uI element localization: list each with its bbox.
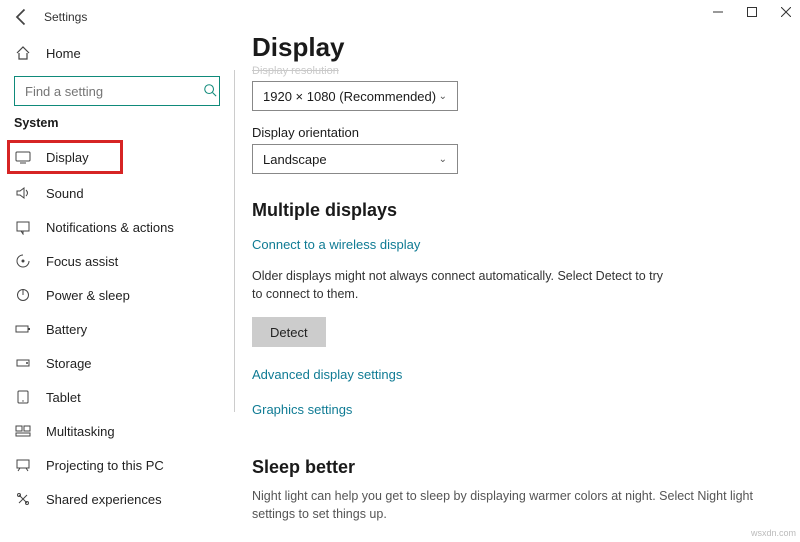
minimize-icon (713, 7, 723, 17)
sidebar-item-battery[interactable]: Battery (14, 312, 234, 346)
battery-icon (14, 321, 32, 337)
window-controls (710, 0, 800, 20)
storage-icon (14, 355, 32, 371)
display-icon (14, 149, 32, 165)
content-area: Display Display resolution 1920 × 1080 (… (252, 24, 794, 542)
sidebar-item-label: Sound (46, 186, 84, 201)
sidebar-item-label: Storage (46, 356, 92, 371)
sidebar-item-focus-assist[interactable]: Focus assist (14, 244, 234, 278)
search-icon (203, 83, 217, 100)
close-icon (781, 7, 791, 17)
projecting-icon (14, 457, 32, 473)
detect-hint-text: Older displays might not always connect … (252, 268, 672, 303)
notifications-icon (14, 219, 32, 235)
sleep-better-body: Night light can help you get to sleep by… (252, 488, 794, 523)
sidebar-item-label: Power & sleep (46, 288, 130, 303)
sidebar-item-label: Tablet (46, 390, 81, 405)
detect-button[interactable]: Detect (252, 317, 326, 347)
sidebar-item-label: Battery (46, 322, 87, 337)
sidebar-item-label: Display (46, 150, 89, 165)
chevron-down-icon: ⌄ (439, 154, 447, 165)
arrow-left-icon (12, 7, 32, 27)
maximize-button[interactable] (744, 4, 760, 20)
close-button[interactable] (778, 4, 794, 20)
shared-experiences-icon (14, 491, 32, 507)
multitasking-icon (14, 423, 32, 439)
resolution-dropdown[interactable]: 1920 × 1080 (Recommended) ⌄ (252, 81, 458, 111)
home-icon (14, 45, 32, 61)
advanced-display-link[interactable]: Advanced display settings (252, 367, 402, 382)
orientation-dropdown[interactable]: Landscape ⌄ (252, 144, 458, 174)
sidebar-item-multitasking[interactable]: Multitasking (14, 414, 234, 448)
sidebar-item-label: Shared experiences (46, 492, 162, 507)
resolution-value: 1920 × 1080 (Recommended) (263, 89, 436, 104)
watermark: wsxdn.com (751, 528, 796, 538)
sidebar-item-label: Focus assist (46, 254, 118, 269)
minimize-button[interactable] (710, 4, 726, 20)
sidebar: Home System Display Sound Notifications … (0, 34, 234, 542)
sidebar-item-tablet[interactable]: Tablet (14, 380, 234, 414)
sound-icon (14, 185, 32, 201)
sidebar-item-display[interactable]: Display (7, 140, 123, 174)
orientation-label: Display orientation (252, 125, 794, 140)
sidebar-item-shared-experiences[interactable]: Shared experiences (14, 482, 234, 516)
sidebar-item-notifications[interactable]: Notifications & actions (14, 210, 234, 244)
tablet-icon (14, 389, 32, 405)
search-box[interactable] (14, 76, 220, 106)
search-input[interactable] (23, 83, 203, 100)
sidebar-group-label: System (14, 116, 234, 130)
focus-assist-icon (14, 253, 32, 269)
home-label: Home (46, 46, 81, 61)
cut-resolution-label: Display resolution (252, 65, 794, 77)
sidebar-item-sound[interactable]: Sound (14, 176, 234, 210)
sidebar-item-label: Multitasking (46, 424, 115, 439)
sidebar-item-storage[interactable]: Storage (14, 346, 234, 380)
sidebar-item-projecting[interactable]: Projecting to this PC (14, 448, 234, 482)
sidebar-item-power-sleep[interactable]: Power & sleep (14, 278, 234, 312)
maximize-icon (747, 7, 757, 17)
vertical-divider (234, 70, 235, 412)
connect-wireless-link[interactable]: Connect to a wireless display (252, 237, 420, 252)
sidebar-item-label: Notifications & actions (46, 220, 174, 235)
sleep-better-heading: Sleep better (252, 457, 794, 478)
window-title: Settings (44, 10, 87, 24)
orientation-value: Landscape (263, 152, 327, 167)
home-button[interactable]: Home (14, 36, 234, 70)
graphics-settings-link[interactable]: Graphics settings (252, 402, 352, 417)
sidebar-item-label: Projecting to this PC (46, 458, 164, 473)
back-button[interactable] (12, 7, 32, 27)
multiple-displays-heading: Multiple displays (252, 200, 794, 221)
power-icon (14, 287, 32, 303)
chevron-down-icon: ⌄ (439, 91, 447, 102)
page-title: Display (252, 32, 794, 63)
